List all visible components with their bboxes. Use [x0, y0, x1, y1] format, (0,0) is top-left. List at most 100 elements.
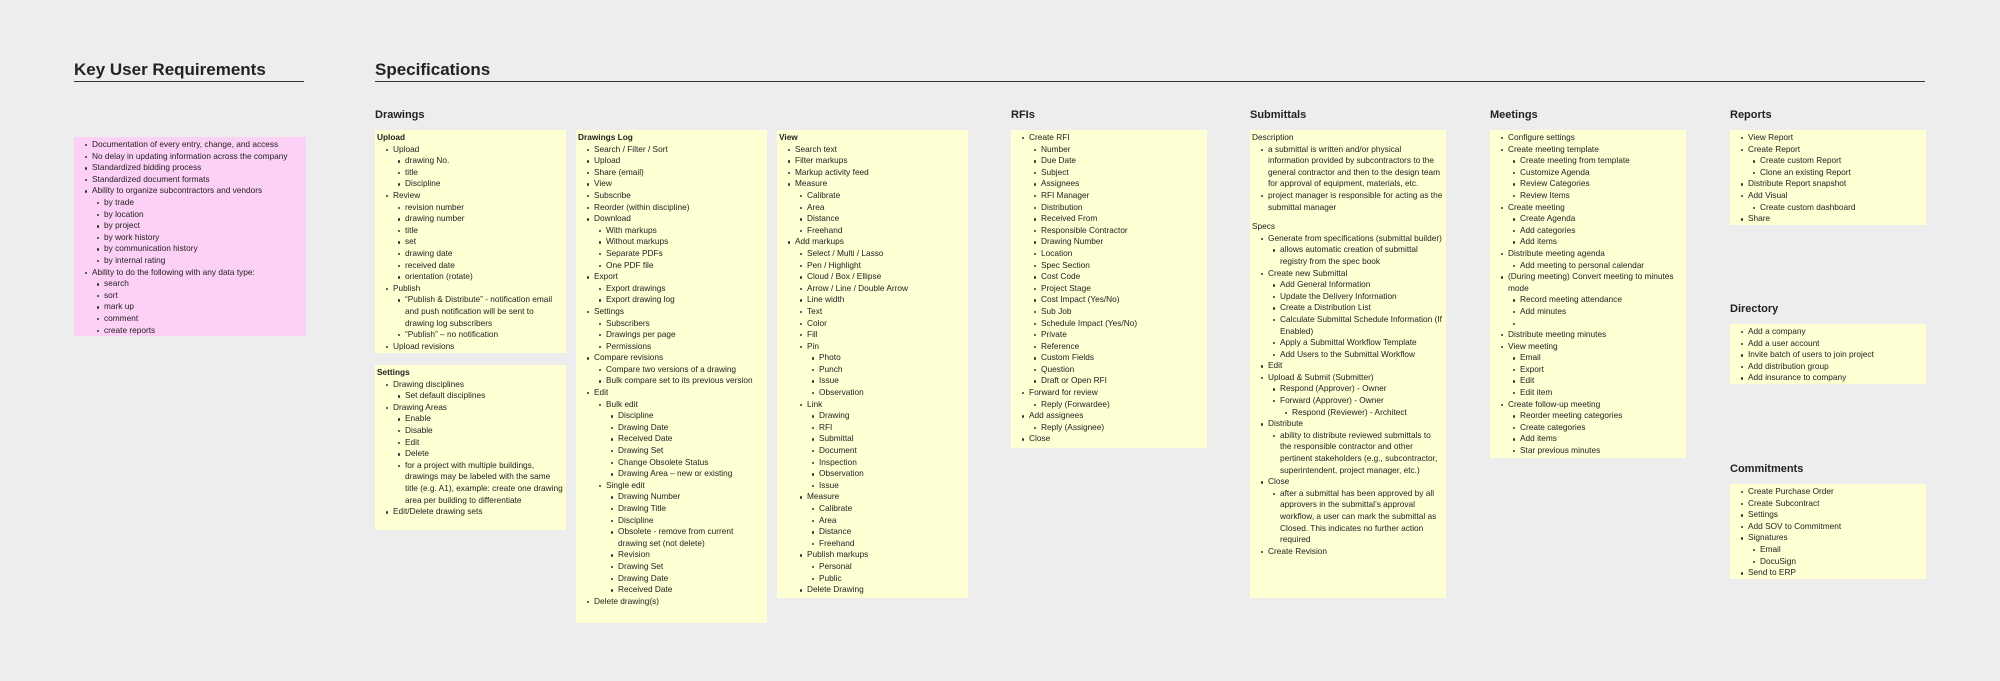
- list-item-text: project manager is responsible for actin…: [1261, 189, 1443, 212]
- list-item-text: Edit: [1513, 375, 1683, 387]
- bullet-list: drawing No. title Discipline: [393, 155, 563, 190]
- list-item-text: Color: [800, 318, 965, 330]
- list-item-text: Share (email): [587, 167, 764, 179]
- list-item-text: search: [97, 278, 303, 290]
- list-item: Export drawings: [599, 283, 764, 295]
- list-item: Respond (Reviewer) - Architect: [1285, 407, 1443, 419]
- list-item: Add meeting to personal calendar: [1513, 260, 1683, 272]
- list-item: Freehand: [800, 225, 965, 237]
- list-item-text: Distance: [812, 526, 965, 538]
- list-item: Settings: [1741, 509, 1923, 521]
- list-item-text: Edit item: [1513, 387, 1683, 399]
- list-item-text: Issue: [812, 375, 965, 387]
- reports-note[interactable]: View Report Create Report Create custom Re…: [1730, 130, 1926, 225]
- list-item: Create Agenda: [1513, 213, 1683, 225]
- list-item-text: Add distribution group: [1741, 361, 1923, 373]
- list-item-text: title: [398, 225, 563, 237]
- list-item: Email: [1753, 544, 1923, 556]
- list-item: Distance: [800, 213, 965, 225]
- list-item-text: Add items: [1513, 236, 1683, 248]
- list-item: Create meeting Create Agenda Add categorie…: [1501, 202, 1683, 248]
- list-item-text: Review: [386, 190, 563, 202]
- list-item-text: Pin: [800, 341, 965, 353]
- list-item-text: Search text: [788, 144, 965, 156]
- list-item: Create Revision: [1261, 546, 1443, 558]
- list-item: Observation: [812, 387, 965, 399]
- list-item-text: Configure settings: [1501, 132, 1683, 144]
- list-item-text: Compare revisions: [587, 352, 764, 364]
- list-item: Export Export drawings Export drawing log: [587, 271, 764, 306]
- list-item-text: Reply (Assignee): [1034, 422, 1204, 434]
- drawings-log-list: Search / Filter / Sort Upload Share (email…: [578, 144, 764, 608]
- list-item: Ability to do the following with any dat…: [85, 267, 303, 337]
- list-item: create reports: [97, 325, 303, 337]
- reports-list: View Report Create Report Create custom Re…: [1732, 132, 1923, 225]
- list-item: Without markups: [599, 236, 764, 248]
- list-item-text: Review Categories: [1513, 178, 1683, 190]
- list-item: Draft or Open RFI: [1034, 375, 1204, 387]
- list-item: revision number: [398, 202, 563, 214]
- list-item-text: Generate from specifications (submittal …: [1261, 232, 1442, 243]
- list-item-text: Obsolete - remove from current drawing s…: [611, 526, 764, 549]
- list-item: Add items: [1513, 236, 1683, 248]
- list-item: a submittal is written and/or physical i…: [1261, 144, 1443, 190]
- list-item-text: Fill: [800, 329, 965, 341]
- list-item-text: Area: [800, 202, 965, 214]
- list-item-text: Create Purchase Order: [1741, 486, 1923, 498]
- list-item: Drawing: [812, 410, 965, 422]
- list-item-text: Settings: [1741, 509, 1923, 521]
- view-note[interactable]: View Search text Filter markups Markup act…: [777, 130, 968, 598]
- bullet-list: Discipline Drawing Date Received Date Drawi…: [606, 410, 764, 480]
- list-item-text: Update the Delivery Information: [1273, 291, 1443, 303]
- meetings-note[interactable]: Configure settings Create meeting templat…: [1490, 130, 1686, 458]
- list-item: Review Items: [1513, 190, 1683, 202]
- list-item-text: Drawings per page: [599, 329, 764, 341]
- list-item-text: Create custom dashboard: [1753, 202, 1923, 214]
- list-item: With markups: [599, 225, 764, 237]
- settings-note[interactable]: Settings Drawing disciplines Set default …: [375, 365, 566, 530]
- bullet-list: Drawing Number Drawing Title Discipline Obs…: [606, 491, 764, 595]
- list-item-text: RFI Manager: [1034, 190, 1204, 202]
- bullet-list: a submittal is written and/or physical i…: [1252, 144, 1443, 214]
- list-item: Line width: [800, 294, 965, 306]
- rfis-note[interactable]: Create RFI Number Due Date Subject Assignees…: [1011, 130, 1207, 448]
- drawings-log-note[interactable]: Drawings Log Search / Filter / Sort Uploa…: [576, 130, 767, 623]
- submittals-specs-list: Generate from specifications (submittal …: [1252, 233, 1443, 558]
- settings-note-title: Settings: [377, 367, 410, 377]
- bullet-list: Subscribers Drawings per page Permissions: [594, 318, 764, 353]
- list-item-text: Separate PDFs: [599, 248, 764, 260]
- directory-note[interactable]: Add a company Add a user account Invite ba…: [1730, 324, 1926, 384]
- list-item: Number: [1034, 144, 1204, 156]
- list-item: Delete drawing(s): [587, 596, 764, 608]
- list-item-text: Reply (Forwardee): [1034, 399, 1204, 411]
- list-item-text: Custom Fields: [1034, 352, 1204, 364]
- list-item-text: Responsible Contractor: [1034, 225, 1204, 237]
- bullet-list: Create Purchase Order Create Subcontract S…: [1732, 486, 1923, 579]
- list-item-text: Create Subcontract: [1741, 498, 1923, 510]
- directory-list: Add a company Add a user account Invite ba…: [1732, 326, 1923, 384]
- list-item: Arrow / Line / Double Arrow: [800, 283, 965, 295]
- list-item-text: Export drawings: [599, 283, 764, 295]
- list-item-text: Create a Distribution List: [1273, 302, 1443, 314]
- list-item-text: Bulk edit: [599, 399, 764, 411]
- list-item-text: Upload & Submit (Submitter): [1261, 372, 1443, 384]
- list-item-text: Document: [812, 445, 965, 457]
- upload-note[interactable]: Upload Upload drawing No. title Discipline R…: [375, 130, 566, 353]
- list-item-text: revision number: [398, 202, 563, 214]
- list-item-text: Reorder meeting categories: [1513, 410, 1683, 422]
- list-item: Set default disciplines: [398, 390, 563, 402]
- submittals-note[interactable]: Description a submittal is written and/o…: [1250, 130, 1446, 598]
- list-item: by work history: [97, 232, 303, 244]
- list-item-text: Punch: [812, 364, 965, 376]
- commitments-note[interactable]: Create Purchase Order Create Subcontract S…: [1730, 484, 1926, 579]
- key-user-requirements-note[interactable]: Documentation of every entry, change, an…: [74, 137, 306, 336]
- list-item: Freehand: [812, 538, 965, 550]
- list-item-text: Upload revisions: [386, 341, 563, 353]
- list-item-text: Create custom Report: [1753, 155, 1923, 167]
- list-item-text: Signatures: [1741, 532, 1923, 544]
- list-item: Single edit Drawing Number Drawing Title Di…: [599, 480, 764, 596]
- key-user-requirements-heading: Key User Requirements: [74, 60, 304, 82]
- list-item: Create follow-up meeting Reorder meeting …: [1501, 399, 1683, 457]
- list-item-text: Create RFI: [1022, 132, 1204, 144]
- bullet-list: Enable Disable Edit Delete for a project wit…: [393, 413, 563, 506]
